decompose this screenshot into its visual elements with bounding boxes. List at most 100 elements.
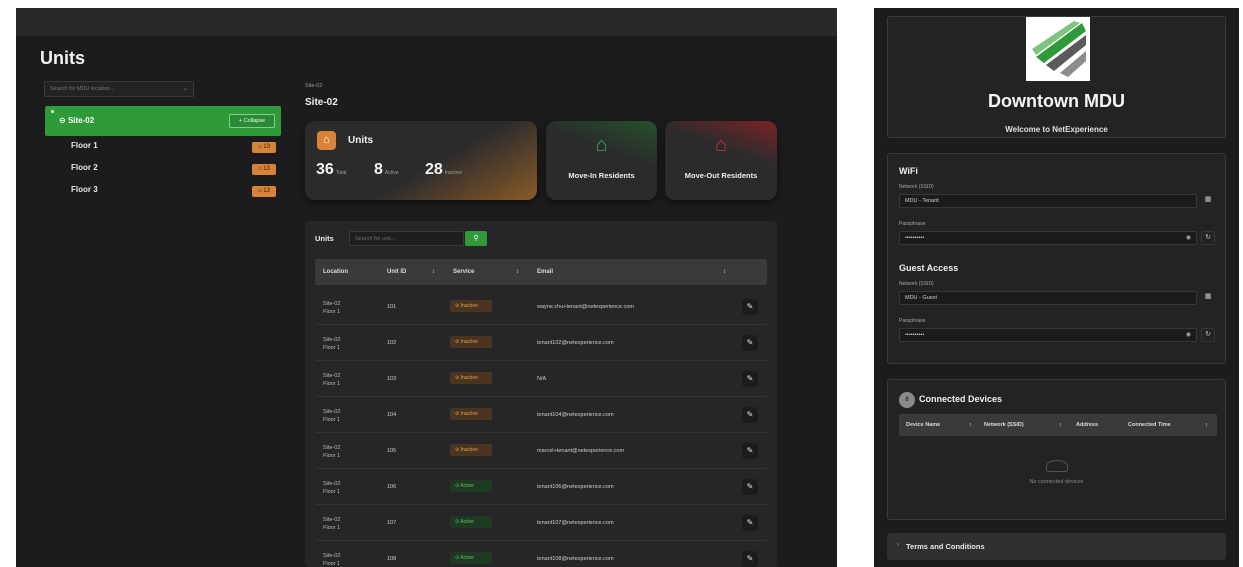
cell-email: tenant104@netexperience.com bbox=[537, 412, 614, 418]
move-out-card[interactable]: ⌂ Move-Out Residents bbox=[665, 121, 777, 200]
guest-network-value: MDU - Guest bbox=[905, 295, 938, 301]
service-status-badge: ⊘ Inactive bbox=[450, 444, 492, 456]
col-address[interactable]: Address bbox=[1076, 422, 1098, 428]
edit-icon[interactable]: ✎ bbox=[742, 551, 758, 567]
guest-network-field[interactable]: MDU - Guest bbox=[899, 291, 1197, 305]
service-status-badge: ⊘ Inactive bbox=[450, 300, 492, 312]
search-button[interactable]: ⚲ bbox=[465, 231, 487, 246]
floor-count-badge: ⌂ 13 bbox=[252, 186, 276, 197]
tree-item-floor-2[interactable]: Floor 2 bbox=[71, 163, 98, 172]
units-summary-card: ⌂ Units 36 Total 8 Active 28 Inactive bbox=[305, 121, 537, 200]
guest-pass-field[interactable]: •••••••••• ◉ bbox=[899, 328, 1197, 342]
dropdown-icon[interactable]: ⌄ bbox=[183, 85, 188, 92]
eye-icon[interactable]: ◉ bbox=[1186, 234, 1191, 241]
wifi-pass-field[interactable]: •••••••••• ◉ bbox=[899, 231, 1197, 245]
col-network[interactable]: Network (SSID) bbox=[984, 422, 1024, 428]
page-title: Units bbox=[40, 48, 85, 68]
sort-icon[interactable]: ↕ bbox=[1059, 422, 1062, 428]
service-status-badge: ⊘ Inactive bbox=[450, 372, 492, 384]
cell-location: Site-02 Floor 1 bbox=[323, 301, 341, 315]
edit-icon[interactable]: ✎ bbox=[742, 443, 758, 459]
connected-devices-card: 0 Connected Devices Device Name ↕ Networ… bbox=[887, 379, 1226, 520]
location-search-input[interactable]: Search for MDU location... ⌄ bbox=[44, 81, 194, 97]
edit-icon[interactable]: ✎ bbox=[742, 335, 758, 351]
search-icon: ⚲ bbox=[473, 235, 479, 242]
devices-count-icon: 0 bbox=[899, 392, 915, 408]
cell-location: Site-02 Floor 1 bbox=[323, 337, 341, 351]
stat-inactive: 28 Inactive bbox=[425, 161, 463, 178]
edit-icon[interactable]: ✎ bbox=[742, 479, 758, 495]
qr-code-icon[interactable]: ▦ bbox=[1201, 194, 1215, 208]
cell-email: N/A bbox=[537, 376, 547, 382]
sort-icon[interactable]: ↕ bbox=[969, 422, 972, 428]
cell-email: tenant102@netexperience.com bbox=[537, 340, 614, 346]
cell-email: wayne.chu+tenant@netexperience.com bbox=[537, 304, 634, 310]
col-service[interactable]: Service bbox=[453, 269, 474, 275]
edit-icon[interactable]: ✎ bbox=[742, 371, 758, 387]
refresh-icon[interactable]: ↻ bbox=[1201, 328, 1215, 342]
cell-location: Site-02 Floor 1 bbox=[323, 517, 341, 531]
cell-location: Site-02 Floor 1 bbox=[323, 481, 341, 495]
table-row: Site-02 Floor 1 101 ⊘ Inactive wayne.chu+… bbox=[315, 289, 767, 325]
collapse-button[interactable]: + Collapse bbox=[229, 114, 275, 128]
floor-count-badge: ⌂ 13 bbox=[252, 142, 276, 153]
edit-icon[interactable]: ✎ bbox=[742, 299, 758, 315]
resident-portal: Downtown MDU Welcome to NetExperience Wi… bbox=[874, 8, 1239, 567]
wifi-network-field[interactable]: MDU - Tenant bbox=[899, 194, 1197, 208]
eye-icon[interactable]: ◉ bbox=[1186, 331, 1191, 338]
company-logo bbox=[1026, 17, 1090, 81]
refresh-icon[interactable]: ↻ bbox=[1201, 231, 1215, 245]
terms-accordion[interactable]: › Terms and Conditions bbox=[887, 533, 1226, 560]
cell-unit-id: 101 bbox=[387, 304, 397, 310]
empty-state-text: No connected devices bbox=[1029, 479, 1084, 485]
move-in-card[interactable]: ⌂ Move-In Residents bbox=[546, 121, 657, 200]
tree-item-floor-1[interactable]: Floor 1 bbox=[71, 141, 98, 150]
cell-email: tenant106@netexperience.com bbox=[537, 484, 614, 490]
edit-icon[interactable]: ✎ bbox=[742, 407, 758, 423]
portal-subtitle: Welcome to NetExperience bbox=[1005, 125, 1108, 134]
table-header: Location Unit ID ↕ Service ↕ Email ↕ bbox=[315, 259, 767, 285]
col-device-name[interactable]: Device Name bbox=[906, 422, 940, 428]
service-status-badge: ⊙ Active bbox=[450, 552, 492, 564]
cell-unit-id: 103 bbox=[387, 376, 397, 382]
units-table-title: Units bbox=[315, 234, 334, 243]
cell-location: Site-02 Floor 1 bbox=[323, 409, 341, 423]
table-row: Site-02 Floor 1 108 ⊙ Active tenant108@ne… bbox=[315, 541, 767, 567]
qr-code-icon[interactable]: ▦ bbox=[1201, 291, 1215, 305]
service-status-badge: ⊘ Inactive bbox=[450, 408, 492, 420]
house-plus-icon: ⌂ bbox=[595, 134, 608, 156]
breadcrumb[interactable]: Site-02 bbox=[305, 83, 322, 89]
terms-label: Terms and Conditions bbox=[906, 542, 985, 551]
sort-icon[interactable]: ↕ bbox=[516, 269, 519, 275]
guest-pass-label: Passphrase bbox=[899, 318, 926, 324]
col-connected-time[interactable]: Connected Time bbox=[1128, 422, 1171, 428]
stat-active: 8 Active bbox=[374, 161, 399, 178]
table-row: Site-02 Floor 1 103 ⊘ Inactive N/A ✎ bbox=[315, 361, 767, 397]
sort-icon[interactable]: ↕ bbox=[723, 269, 726, 275]
edit-icon[interactable]: ✎ bbox=[742, 515, 758, 531]
col-email[interactable]: Email bbox=[537, 269, 553, 275]
table-row: Site-02 Floor 1 106 ⊙ Active tenant106@ne… bbox=[315, 469, 767, 505]
guest-title: Guest Access bbox=[899, 263, 959, 273]
cell-location: Site-02 Floor 1 bbox=[323, 445, 341, 459]
cell-unit-id: 108 bbox=[387, 556, 397, 562]
sort-icon[interactable]: ↕ bbox=[1205, 422, 1208, 428]
cell-email: tenant107@netexperience.com bbox=[537, 520, 614, 526]
wifi-title: WiFi bbox=[899, 166, 918, 176]
wifi-card: WiFi Network (SSID) MDU - Tenant ▦ Passp… bbox=[887, 153, 1226, 364]
cell-email: marcel+tenant@netexperience.com bbox=[537, 448, 625, 454]
cell-unit-id: 102 bbox=[387, 340, 397, 346]
unit-search-input[interactable]: Search for unit... bbox=[349, 231, 464, 246]
col-unit-id[interactable]: Unit ID bbox=[387, 269, 406, 275]
portal-header-card: Downtown MDU Welcome to NetExperience bbox=[887, 16, 1226, 138]
col-location[interactable]: Location bbox=[323, 269, 348, 275]
wifi-network-label: Network (SSID) bbox=[899, 184, 934, 190]
devices-title: Connected Devices bbox=[919, 394, 1003, 404]
wifi-pass-label: Passphrase bbox=[899, 221, 926, 227]
tree-item-site[interactable]: ⊖ Site-02 + Collapse bbox=[45, 106, 281, 136]
tree-item-floor-3[interactable]: Floor 3 bbox=[71, 185, 98, 194]
sort-icon[interactable]: ↕ bbox=[432, 269, 435, 275]
table-row: Site-02 Floor 1 104 ⊘ Inactive tenant104@… bbox=[315, 397, 767, 433]
units-table-panel: Units Search for unit... ⚲ Location Unit… bbox=[305, 221, 777, 567]
table-row: Site-02 Floor 1 107 ⊙ Active tenant107@ne… bbox=[315, 505, 767, 541]
